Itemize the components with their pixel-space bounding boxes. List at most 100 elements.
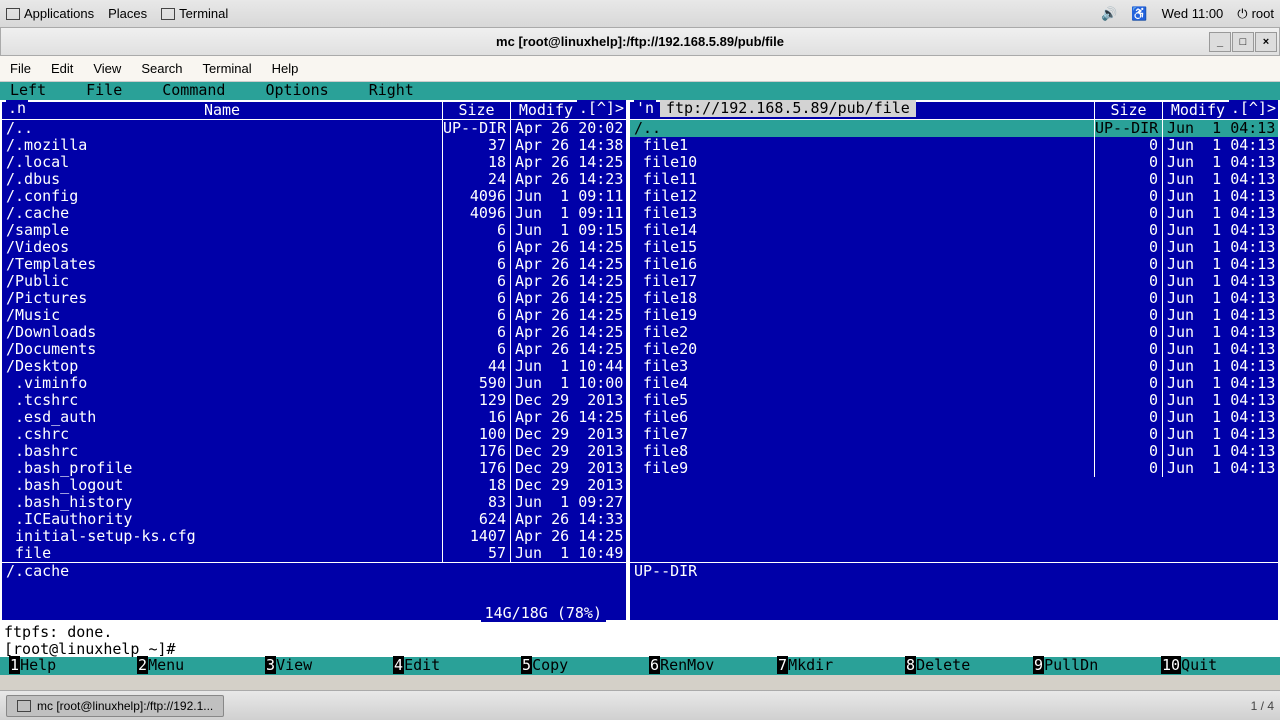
fkey-3[interactable]: 3View (256, 657, 384, 675)
file-row[interactable]: .ICEauthority624Apr 26 14:33 (2, 511, 626, 528)
fkey-6[interactable]: 6RenMov (640, 657, 768, 675)
menu-edit[interactable]: Edit (51, 61, 73, 76)
panel-corner[interactable]: .[^]> (577, 100, 626, 117)
file-row[interactable]: /.local18Apr 26 14:25 (2, 154, 626, 171)
taskbar-window[interactable]: mc [root@linuxhelp]:/ftp://192.1... (6, 695, 224, 717)
clock[interactable]: Wed 11:00 (1162, 6, 1224, 21)
menu-file[interactable]: File (10, 61, 31, 76)
file-row[interactable]: .viminfo590Jun 1 10:00 (2, 375, 626, 392)
file-row[interactable]: /Music6Apr 26 14:25 (2, 307, 626, 324)
file-row[interactable]: /..UP--DIRJun 1 04:13 (630, 120, 1278, 137)
file-row[interactable]: /..UP--DIRApr 26 20:02 (2, 120, 626, 137)
footer-selection: UP--DIR (634, 563, 697, 580)
file-row[interactable]: file130Jun 1 04:13 (630, 205, 1278, 222)
volume-icon[interactable]: 🔊 (1101, 6, 1117, 22)
file-row[interactable]: /.config4096Jun 1 09:11 (2, 188, 626, 205)
menu-terminal[interactable]: Terminal (203, 61, 252, 76)
shutdown-icon: ⏻ (1237, 6, 1247, 22)
file-row[interactable]: file140Jun 1 04:13 (630, 222, 1278, 239)
maximize-button[interactable]: □ (1232, 32, 1254, 52)
file-row[interactable]: .bashrc176Dec 29 2013 (2, 443, 626, 460)
file-row[interactable]: file190Jun 1 04:13 (630, 307, 1278, 324)
footer-selection: /.cache (6, 563, 69, 580)
fkey-7[interactable]: 7Mkdir (768, 657, 896, 675)
mc-menu-command[interactable]: Command (162, 82, 225, 100)
col-name[interactable]: Name (2, 102, 442, 119)
right-panel[interactable]: 'n ftp://192.168.5.89/pub/file .[^]> Nam… (628, 100, 1280, 622)
file-row[interactable]: file120Jun 1 04:13 (630, 188, 1278, 205)
file-row[interactable]: file180Jun 1 04:13 (630, 290, 1278, 307)
panel-corner[interactable]: .[^]> (1229, 100, 1278, 117)
active-app[interactable]: Terminal (161, 6, 228, 21)
function-keys: 1Help 2Menu 3View 4Edit 5Copy 6RenMov 7M… (0, 657, 1280, 675)
file-row[interactable]: /Documents6Apr 26 14:25 (2, 341, 626, 358)
file-row[interactable]: /.dbus24Apr 26 14:23 (2, 171, 626, 188)
file-row[interactable]: file110Jun 1 04:13 (630, 171, 1278, 188)
workspace-indicator[interactable]: 1 / 4 (1251, 699, 1274, 713)
file-row[interactable]: file70Jun 1 04:13 (630, 426, 1278, 443)
window-titlebar[interactable]: mc [root@linuxhelp]:/ftp://192.168.5.89/… (0, 28, 1280, 56)
shell-prompt[interactable]: ftpfs: done. [root@linuxhelp ~]# (0, 622, 1280, 657)
file-row[interactable]: /Downloads6Apr 26 14:25 (2, 324, 626, 341)
mc-menu-file[interactable]: File (86, 82, 122, 100)
file-row[interactable]: /Videos6Apr 26 14:25 (2, 239, 626, 256)
minimize-button[interactable]: _ (1209, 32, 1231, 52)
menu-help[interactable]: Help (272, 61, 299, 76)
file-row[interactable]: /.cache4096Jun 1 09:11 (2, 205, 626, 222)
fkey-4[interactable]: 4Edit (384, 657, 512, 675)
file-row[interactable]: file10Jun 1 04:13 (630, 137, 1278, 154)
file-row[interactable]: file30Jun 1 04:13 (630, 358, 1278, 375)
file-row[interactable]: file40Jun 1 04:13 (630, 375, 1278, 392)
file-row[interactable]: file100Jun 1 04:13 (630, 154, 1278, 171)
file-row[interactable]: /Desktop44Jun 1 10:44 (2, 358, 626, 375)
file-row[interactable]: file60Jun 1 04:13 (630, 409, 1278, 426)
file-row[interactable]: file90Jun 1 04:13 (630, 460, 1278, 477)
panel-path[interactable]: ftp://192.168.5.89/pub/file (660, 100, 916, 117)
file-row[interactable]: /Public6Apr 26 14:25 (2, 273, 626, 290)
accessibility-icon[interactable]: ♿ (1131, 6, 1147, 22)
mc-menu-right[interactable]: Right (369, 82, 414, 100)
fkey-1[interactable]: 1Help (0, 657, 128, 675)
menu-search[interactable]: Search (141, 61, 182, 76)
file-row[interactable]: .bash_logout18Dec 29 2013 (2, 477, 626, 494)
panel-sort-letter: .n (6, 100, 28, 117)
fkey-9[interactable]: 9PullDn (1024, 657, 1152, 675)
file-row[interactable]: file57Jun 1 10:49 (2, 545, 626, 562)
file-row[interactable]: file200Jun 1 04:13 (630, 341, 1278, 358)
file-row[interactable]: file80Jun 1 04:13 (630, 443, 1278, 460)
panel-header: Name Size Modify time (2, 102, 626, 120)
file-row[interactable]: /.mozilla37Apr 26 14:38 (2, 137, 626, 154)
panel-footer: UP--DIR (630, 562, 1278, 580)
col-size[interactable]: Size (1094, 102, 1162, 119)
file-row[interactable]: file50Jun 1 04:13 (630, 392, 1278, 409)
fkey-2[interactable]: 2Menu (128, 657, 256, 675)
applications-menu[interactable]: Applications (6, 6, 94, 21)
file-row[interactable]: .tcshrc129Dec 29 2013 (2, 392, 626, 409)
file-row[interactable]: /sample6Jun 1 09:15 (2, 222, 626, 239)
file-row[interactable]: /Templates6Apr 26 14:25 (2, 256, 626, 273)
fkey-5[interactable]: 5Copy (512, 657, 640, 675)
menu-view[interactable]: View (93, 61, 121, 76)
left-panel[interactable]: .n .[^]> Name Size Modify time /..UP--DI… (0, 100, 628, 622)
foot-icon (6, 8, 20, 20)
mc-menu-left[interactable]: Left (10, 82, 46, 100)
col-size[interactable]: Size (442, 102, 510, 119)
terminal-menubar: File Edit View Search Terminal Help (0, 56, 1280, 82)
file-row[interactable]: .esd_auth16Apr 26 14:25 (2, 409, 626, 426)
fkey-10[interactable]: 10Quit (1152, 657, 1280, 675)
gnome-taskbar: mc [root@linuxhelp]:/ftp://192.1... 1 / … (0, 690, 1280, 720)
close-button[interactable]: × (1255, 32, 1277, 52)
places-menu[interactable]: Places (108, 6, 147, 21)
file-row[interactable]: .cshrc100Dec 29 2013 (2, 426, 626, 443)
user-menu[interactable]: ⏻root (1237, 6, 1274, 22)
fkey-8[interactable]: 8Delete (896, 657, 1024, 675)
file-row[interactable]: file170Jun 1 04:13 (630, 273, 1278, 290)
file-row[interactable]: .bash_profile176Dec 29 2013 (2, 460, 626, 477)
file-row[interactable]: /Pictures6Apr 26 14:25 (2, 290, 626, 307)
file-row[interactable]: file160Jun 1 04:13 (630, 256, 1278, 273)
file-row[interactable]: file150Jun 1 04:13 (630, 239, 1278, 256)
mc-menu-options[interactable]: Options (265, 82, 328, 100)
file-row[interactable]: .bash_history83Jun 1 09:27 (2, 494, 626, 511)
file-row[interactable]: initial-setup-ks.cfg1407Apr 26 14:25 (2, 528, 626, 545)
file-row[interactable]: file20Jun 1 04:13 (630, 324, 1278, 341)
